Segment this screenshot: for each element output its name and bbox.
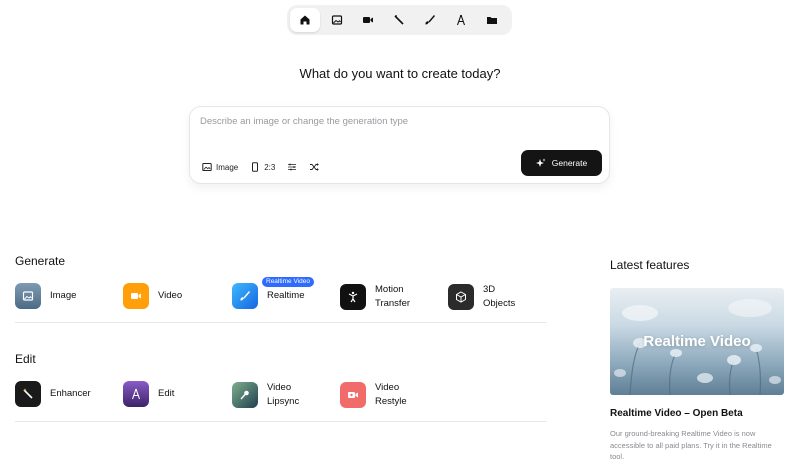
edit-tile [123, 381, 149, 407]
generation-type-label: Image [216, 162, 239, 172]
image-tile [15, 283, 41, 309]
video-restyle-tile [340, 382, 366, 408]
video-camera-icon [363, 17, 373, 23]
aspect-ratio-label: 2:3 [264, 162, 276, 172]
randomize-button[interactable] [309, 162, 320, 172]
nav-video[interactable] [354, 8, 382, 32]
nav-enhancer[interactable] [385, 8, 413, 32]
nav-realtime[interactable] [416, 8, 444, 32]
prompt-input[interactable] [200, 116, 500, 127]
generate-item-image[interactable]: Image [15, 283, 76, 309]
compass-icon [131, 388, 141, 400]
latest-features-title: Latest features [610, 258, 690, 272]
aspect-ratio-button[interactable]: 2:3 [250, 162, 275, 172]
nav-assets[interactable] [478, 8, 506, 32]
brush-icon [240, 291, 251, 301]
edit-item-video-restyle[interactable]: Video Restyle [340, 381, 407, 409]
image-icon [22, 291, 34, 301]
person-icon [348, 291, 358, 303]
realtime-tile [232, 283, 258, 309]
generate-button[interactable]: Generate [521, 150, 602, 176]
video-camera-icon [131, 293, 141, 299]
generate-item-motion-transfer[interactable]: Motion Transfer [340, 283, 410, 311]
generate-item-video[interactable]: Video [123, 283, 182, 309]
enhancer-tile [15, 381, 41, 407]
sparkle-icon [535, 158, 546, 167]
generate-item-label: 3D Objects [483, 284, 516, 309]
nav-edit[interactable] [447, 8, 475, 32]
page-headline: What do you want to create today? [299, 66, 501, 81]
brush-icon [425, 15, 436, 25]
generate-section-title: Generate [15, 254, 66, 268]
folder-icon [487, 17, 497, 24]
generate-item-label: Image [50, 290, 77, 301]
video-restyle-icon [348, 392, 358, 398]
edit-item-enhancer[interactable]: Enhancer [15, 381, 91, 407]
aspect-ratio-icon [252, 162, 259, 172]
settings-button[interactable] [287, 162, 297, 172]
feature-image-caption: Realtime Video [643, 333, 751, 350]
compass-icon [456, 14, 466, 26]
video-lipsync-tile [232, 382, 258, 408]
microphone-icon [240, 390, 249, 400]
feature-title[interactable]: Realtime Video – Open Beta [610, 408, 743, 419]
generate-item-label: Motion Transfer [375, 284, 411, 309]
feature-image[interactable]: Realtime Video [610, 288, 784, 395]
home-icon [300, 15, 310, 25]
sliders-icon [288, 163, 297, 171]
edit-item-video-lipsync[interactable]: Video Lipsync [232, 381, 299, 409]
nav-home[interactable] [290, 8, 320, 32]
magic-wand-icon [394, 15, 404, 25]
image-icon [331, 15, 343, 25]
top-nav [287, 5, 512, 35]
image-icon [202, 163, 212, 171]
nav-image[interactable] [323, 8, 351, 32]
generate-item-label: Video [158, 290, 183, 301]
edit-item-label: Edit [158, 388, 175, 399]
3d-objects-tile [448, 284, 474, 310]
generate-item-label: Realtime [267, 290, 305, 301]
video-tile [123, 283, 149, 309]
edit-section-title: Edit [15, 352, 36, 366]
generate-item-realtime[interactable]: Realtime [232, 283, 305, 309]
generation-type-button[interactable]: Image [202, 162, 238, 172]
shuffle-icon [310, 163, 320, 171]
magic-wand-icon [23, 388, 33, 399]
edit-item-label: Video Lipsync [267, 382, 300, 407]
generate-button-label: Generate [551, 158, 588, 168]
generate-item-3d-objects[interactable]: 3D Objects [448, 283, 515, 311]
cube-icon [456, 291, 466, 303]
prompt-toolbar: Image 2:3 [202, 162, 320, 172]
edit-item-edit[interactable]: Edit [123, 381, 174, 407]
section-divider [15, 421, 547, 422]
prompt-box: Image 2:3 Generate [189, 106, 610, 184]
section-divider [15, 322, 547, 323]
motion-transfer-tile [340, 284, 366, 310]
edit-item-label: Enhancer [50, 388, 91, 399]
feature-description: Our ground-breaking Realtime Video is no… [610, 429, 772, 461]
edit-item-label: Video Restyle [375, 382, 407, 407]
